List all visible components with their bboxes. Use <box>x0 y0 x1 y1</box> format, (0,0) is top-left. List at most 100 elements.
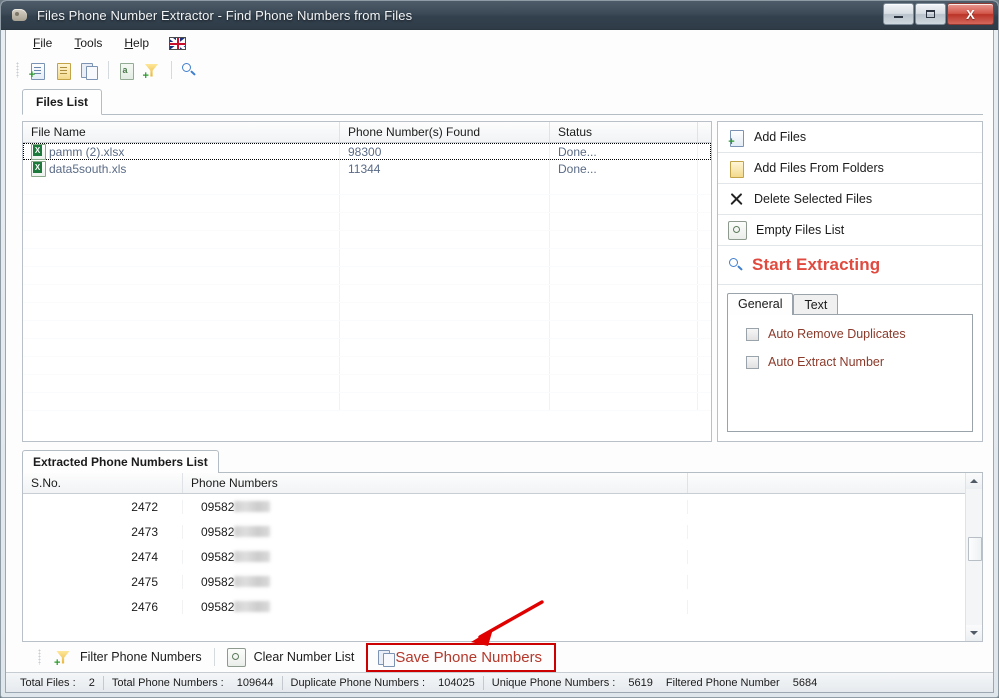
tab-general[interactable]: General <box>727 293 794 315</box>
files-col-status[interactable]: Status <box>550 122 698 142</box>
save-phone-numbers-highlight: Save Phone Numbers <box>366 642 557 672</box>
toolbar-filter-icon[interactable]: + <box>140 58 164 82</box>
toolbar-add-files-from-folders-icon[interactable] <box>51 58 75 82</box>
table-row-empty[interactable] <box>23 177 711 195</box>
maximize-icon <box>926 10 935 18</box>
add-files-label: Add Files <box>754 130 807 144</box>
numbers-vertical-scrollbar[interactable] <box>965 473 982 641</box>
cell-empty <box>698 195 711 212</box>
phone-number-prefix: 09582 <box>201 599 235 614</box>
table-row-empty[interactable] <box>23 213 711 231</box>
add-files-button[interactable]: + Add Files <box>718 122 982 153</box>
filter-phone-numbers-button[interactable]: + Filter Phone Numbers <box>47 646 210 669</box>
table-row-empty[interactable] <box>23 249 711 267</box>
list-item[interactable]: 2476 09582 <box>23 594 982 619</box>
application-window: Files Phone Number Extractor - Find Phon… <box>0 0 999 698</box>
cell-empty <box>340 213 550 230</box>
add-files-from-folders-button[interactable]: Add Files From Folders <box>718 153 982 184</box>
auto-extract-number-checkbox[interactable] <box>746 355 759 369</box>
start-extracting-button[interactable]: Start Extracting <box>718 246 982 285</box>
table-row[interactable]: data5south.xls 11344Done... <box>23 160 711 177</box>
files-col-extra[interactable] <box>698 122 711 142</box>
toolbar-extract-text-icon[interactable]: a <box>114 58 138 82</box>
empty-files-list-button[interactable]: Empty Files List <box>718 215 982 246</box>
main-toolbar: + a + <box>6 56 993 84</box>
toolbar-grip[interactable] <box>16 62 19 78</box>
scroll-down-button[interactable] <box>966 625 982 641</box>
options-box: General Text Auto Remove Duplicates Auto… <box>718 285 982 441</box>
numbers-col-phone[interactable]: Phone Numbers <box>183 473 688 493</box>
auto-extract-number-row[interactable]: Auto Extract Number <box>746 355 972 369</box>
auto-extract-number-label: Auto Extract Number <box>768 355 885 369</box>
table-row-empty[interactable] <box>23 375 711 393</box>
toolbar-search-icon[interactable] <box>177 58 201 82</box>
clear-number-list-button[interactable]: Clear Number List <box>219 645 363 670</box>
files-list-panel: File Name Phone Number(s) Found Status p… <box>22 121 712 442</box>
add-files-icon: + <box>728 129 745 147</box>
empty-files-list-label: Empty Files List <box>756 223 845 237</box>
toolbar-copy-icon[interactable] <box>77 58 101 82</box>
table-row-empty[interactable] <box>23 321 711 339</box>
toolbar-separator-2 <box>171 61 172 79</box>
table-row-empty[interactable] <box>23 267 711 285</box>
table-row-empty[interactable] <box>23 357 711 375</box>
table-row-empty[interactable] <box>23 195 711 213</box>
tab-text[interactable]: Text <box>793 294 839 315</box>
cell-empty <box>340 231 550 248</box>
list-item[interactable]: 2473 09582 <box>23 519 982 544</box>
close-x-icon <box>728 191 745 208</box>
client-area: File Tools Help + a + Files List File Na… <box>5 30 994 693</box>
menu-help[interactable]: Help <box>113 33 160 53</box>
cell-phone-number: 09582 <box>183 599 688 614</box>
scroll-up-button[interactable] <box>966 473 982 489</box>
tab-extracted-phone-numbers-list[interactable]: Extracted Phone Numbers List <box>22 450 219 473</box>
phone-number-prefix: 09582 <box>201 524 235 539</box>
cell-empty <box>340 249 550 266</box>
cell-empty <box>23 339 340 356</box>
minimize-button[interactable] <box>883 3 914 25</box>
auto-remove-duplicates-row[interactable]: Auto Remove Duplicates <box>746 327 972 341</box>
status-duplicate-phone-numbers: Duplicate Phone Numbers : 104025 <box>283 675 484 690</box>
cell-empty <box>550 393 698 410</box>
cell-file-name-text: pamm (2).xlsx <box>49 144 125 159</box>
table-row-empty[interactable] <box>23 339 711 357</box>
table-row-empty[interactable] <box>23 285 711 303</box>
table-row-empty[interactable] <box>23 303 711 321</box>
add-files-from-folders-label: Add Files From Folders <box>754 161 884 175</box>
close-button[interactable]: X <box>947 3 994 25</box>
numbers-grid-body: 2472 09582 2473 09582 2474 09582 2475 09582 2476… <box>23 494 982 641</box>
scrollbar-thumb[interactable] <box>968 537 982 561</box>
save-phone-numbers-button[interactable]: Save Phone Numbers <box>368 645 554 670</box>
files-col-file-name[interactable]: File Name <box>23 122 340 142</box>
cell-empty <box>698 375 711 392</box>
extracted-section: Extracted Phone Numbers List S.No. Phone… <box>6 442 993 672</box>
disc-icon <box>226 647 246 667</box>
menu-file[interactable]: File <box>22 33 63 53</box>
table-row[interactable]: pamm (2).xlsx 98300Done... <box>23 143 711 160</box>
bottom-toolbar-grip[interactable] <box>38 649 41 665</box>
tab-files-list[interactable]: Files List <box>22 89 103 115</box>
phone-number-prefix: 09582 <box>201 574 235 589</box>
window-controls: X <box>882 3 994 25</box>
toolbar-add-files-icon[interactable]: + <box>25 58 49 82</box>
list-item[interactable]: 2475 09582 <box>23 569 982 594</box>
delete-selected-files-button[interactable]: Delete Selected Files <box>718 184 982 215</box>
files-col-found[interactable]: Phone Number(s) Found <box>340 122 550 142</box>
list-item[interactable]: 2472 09582 <box>23 494 982 519</box>
cell-empty <box>23 249 340 266</box>
menu-tools[interactable]: Tools <box>63 33 113 53</box>
table-row-empty[interactable] <box>23 231 711 249</box>
cell-empty <box>340 339 550 356</box>
auto-remove-duplicates-checkbox[interactable] <box>746 327 759 341</box>
cell-empty <box>23 375 340 392</box>
numbers-col-sno[interactable]: S.No. <box>23 473 183 493</box>
cell-extra <box>698 143 711 160</box>
cell-empty <box>698 231 711 248</box>
maximize-button[interactable] <box>915 3 946 25</box>
list-item[interactable]: 2474 09582 <box>23 544 982 569</box>
table-row-empty[interactable] <box>23 393 711 411</box>
uk-flag-icon[interactable] <box>169 36 187 50</box>
cell-empty <box>550 249 698 266</box>
numbers-col-extra[interactable] <box>688 473 982 493</box>
cell-empty <box>698 321 711 338</box>
